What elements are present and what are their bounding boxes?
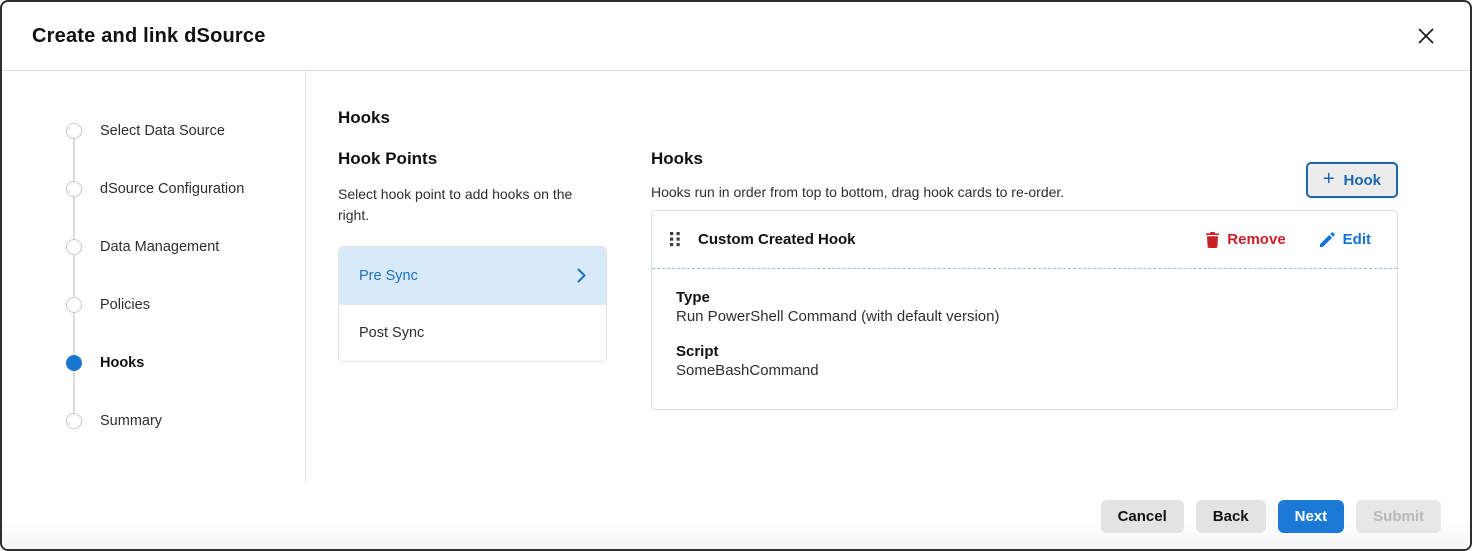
add-hook-button[interactable]: + Hook [1306,162,1398,198]
step-circle-active-icon [66,355,82,371]
close-icon [1416,26,1436,46]
step-circle-icon [66,239,82,255]
step-label: dSource Configuration [100,181,244,197]
hook-card: Custom Created Hook Remove [651,210,1398,410]
modal-header: Create and link dSource [2,2,1470,71]
trash-icon [1206,232,1219,248]
step-dsource-configuration[interactable]: dSource Configuration [2,160,305,218]
pencil-icon [1320,232,1335,247]
drag-handle-icon[interactable] [668,230,683,249]
hook-card-header: Custom Created Hook Remove [652,211,1397,268]
step-circle-icon [66,297,82,313]
hook-card-title: Custom Created Hook [698,231,856,248]
step-select-data-source[interactable]: Select Data Source [2,102,305,160]
modal-footer: Cancel Back Next Submit [2,483,1470,549]
field-value-script: SomeBashCommand [676,362,1373,379]
modal-title: Create and link dSource [32,25,266,48]
hook-point-list: Pre Sync Post Sync [338,246,607,362]
hook-card-actions: Remove Edit [1206,231,1371,248]
modal-body: Select Data Source dSource Configuration… [2,71,1470,483]
step-data-management[interactable]: Data Management [2,218,305,276]
hook-point-label: Pre Sync [359,268,418,284]
step-summary[interactable]: Summary [2,392,305,450]
hook-points-panel: Hook Points Select hook point to add hoo… [338,149,607,362]
step-circle-icon [66,123,82,139]
field-label-type: Type [676,289,1373,306]
hook-point-pre-sync[interactable]: Pre Sync [339,247,606,304]
cancel-button[interactable]: Cancel [1101,500,1184,533]
field-value-type: Run PowerShell Command (with default ver… [676,308,1373,325]
main-content: Hooks Hook Points Select hook point to a… [306,71,1470,483]
step-label: Select Data Source [100,123,225,139]
add-hook-button-label: Hook [1344,172,1382,189]
edit-label: Edit [1343,231,1371,248]
hook-point-label: Post Sync [359,325,424,341]
step-label: Data Management [100,239,219,255]
hook-card-body: Type Run PowerShell Command (with defaul… [652,269,1397,409]
field-label-script: Script [676,343,1373,360]
create-dsource-modal: Create and link dSource Select Data Sour… [0,0,1472,551]
step-policies[interactable]: Policies [2,276,305,334]
page-title: Hooks [338,108,1398,128]
hooks-panel: Hooks Hooks run in order from top to bot… [651,149,1398,410]
hook-points-heading: Hook Points [338,149,607,169]
step-circle-icon [66,413,82,429]
step-circle-icon [66,181,82,197]
step-label: Policies [100,297,150,313]
hook-point-post-sync[interactable]: Post Sync [339,304,606,361]
next-button[interactable]: Next [1278,500,1345,533]
step-label: Hooks [100,355,144,371]
hook-points-description: Select hook point to add hooks on the ri… [338,184,607,226]
remove-label: Remove [1227,231,1285,248]
chevron-right-icon [577,268,586,283]
close-button[interactable] [1412,22,1440,50]
step-hooks[interactable]: Hooks [2,334,305,392]
step-label: Summary [100,413,162,429]
edit-hook-button[interactable]: Edit [1320,231,1371,248]
remove-hook-button[interactable]: Remove [1206,231,1285,248]
back-button[interactable]: Back [1196,500,1266,533]
wizard-stepper: Select Data Source dSource Configuration… [2,71,306,483]
submit-button[interactable]: Submit [1356,500,1441,533]
hooks-description: Hooks run in order from top to bottom, d… [651,184,1398,200]
plus-icon: + [1323,169,1335,189]
hooks-heading: Hooks [651,149,1398,169]
